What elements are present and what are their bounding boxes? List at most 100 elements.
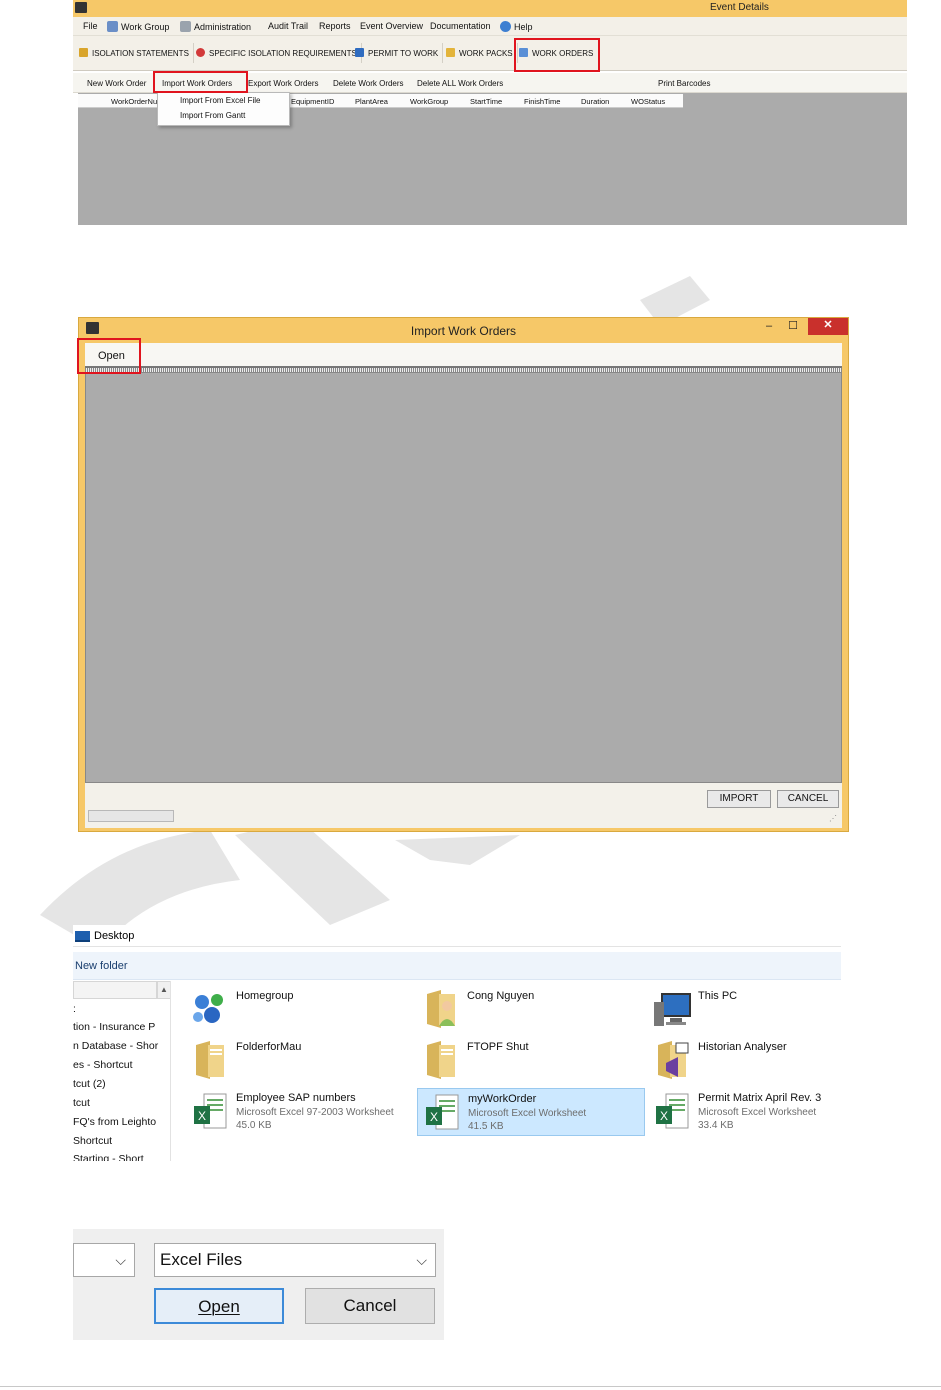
file-item-this-pc[interactable]: This PC (648, 986, 876, 1034)
column-header[interactable]: FinishTime (524, 97, 560, 106)
open-button-label: Open (198, 1297, 240, 1316)
scroll-up-icon[interactable]: ▲ (157, 981, 170, 999)
file-type: Microsoft Excel Worksheet (698, 1107, 817, 1118)
resize-grip-icon[interactable]: ⋰ (829, 814, 837, 823)
highlight-box (514, 38, 600, 72)
nav-item[interactable]: tion - Insurance P (73, 1021, 155, 1033)
file-size: 33.4 KB (698, 1120, 734, 1131)
column-header[interactable]: WOStatus (631, 97, 665, 106)
file-name: Employee SAP numbers (236, 1092, 356, 1104)
file-item-cong-nguyen[interactable]: Cong Nguyen (417, 986, 645, 1034)
tab-specific-isolation-requirements[interactable]: SPECIFIC ISOLATION REQUIREMENTS (192, 43, 362, 63)
tab-label: ISOLATION STATEMENTS (92, 49, 189, 58)
file-name: This PC (698, 990, 738, 1002)
work-group-icon (107, 21, 118, 32)
menu-work-group[interactable]: Work Group (107, 21, 169, 32)
window-title: Event Details (710, 2, 769, 13)
tab-label: WORK PACKS (459, 49, 513, 58)
new-work-order-button[interactable]: New Work Order (87, 79, 146, 88)
column-header[interactable]: WorkGroup (410, 97, 448, 106)
delete-work-orders-button[interactable]: Delete Work Orders (333, 79, 404, 88)
minimize-button[interactable]: – (758, 319, 780, 335)
window-title: Import Work Orders (410, 324, 517, 338)
nav-item[interactable]: : (73, 1003, 76, 1015)
menu-bar: Open (85, 343, 842, 368)
filename-combo[interactable]: ⌵ (73, 1243, 135, 1277)
file-item-employee-sap-numbers[interactable]: X Employee SAP numbers Microsoft Excel 9… (186, 1088, 414, 1136)
file-item-historian-analyser[interactable]: Historian Analyser (648, 1037, 876, 1085)
file-type-filter[interactable]: Excel Files ⌵ (154, 1243, 436, 1277)
menu-reports[interactable]: Reports (319, 21, 351, 31)
tab-label: SPECIFIC ISOLATION REQUIREMENTS (209, 49, 357, 58)
module-tab-bar: ISOLATION STATEMENTS SPECIFIC ISOLATION … (73, 36, 907, 71)
highlight-box (77, 338, 141, 374)
import-work-orders-window: Import Work Orders – ☐ ✕ Open IMPORT CAN… (77, 317, 849, 832)
import-button[interactable]: IMPORT (707, 790, 771, 808)
lock-icon (79, 48, 88, 57)
package-icon (446, 48, 455, 57)
nav-header (73, 981, 157, 999)
maximize-button[interactable]: ☐ (782, 319, 804, 335)
menu-bar: File Work Group Administration Audit Tra… (73, 17, 907, 36)
import-from-excel-item[interactable]: Import From Excel File (180, 96, 260, 105)
delete-all-work-orders-button[interactable]: Delete ALL Work Orders (417, 79, 503, 88)
file-item-homegroup[interactable]: Homegroup (186, 986, 414, 1034)
close-button[interactable]: ✕ (808, 318, 848, 335)
column-header[interactable]: StartTime (470, 97, 502, 106)
menu-documentation[interactable]: Documentation (430, 21, 491, 31)
event-details-window: Event Details File Work Group Administra… (73, 0, 907, 225)
import-preview-area[interactable] (85, 372, 842, 783)
file-item-ftopf-shut[interactable]: FTOPF Shut (417, 1037, 645, 1085)
nav-item[interactable]: n Database - Shor (73, 1040, 158, 1052)
nav-item[interactable]: tcut (2) (73, 1078, 106, 1090)
import-from-gantt-item[interactable]: Import From Gantt (180, 111, 245, 120)
address-bar[interactable]: Desktop (73, 925, 841, 947)
column-header[interactable]: Duration (581, 97, 609, 106)
open-button[interactable]: Open (154, 1288, 284, 1324)
dialog-toolbar: New folder (73, 952, 841, 980)
print-barcodes-button[interactable]: Print Barcodes (658, 79, 710, 88)
cancel-button[interactable]: CANCEL (777, 790, 839, 808)
column-header[interactable]: WorkOrderNu (111, 97, 157, 106)
menu-event-overview[interactable]: Event Overview (360, 21, 423, 31)
folder-icon (427, 1041, 455, 1079)
export-work-orders-button[interactable]: Export Work Orders (248, 79, 319, 88)
excel-icon: X (194, 1093, 227, 1129)
title-bar: Import Work Orders – ☐ ✕ (79, 318, 848, 343)
desktop-icon (75, 931, 90, 942)
menu-administration[interactable]: Administration (180, 21, 251, 32)
file-name: FTOPF Shut (467, 1041, 529, 1053)
book-icon (355, 48, 364, 57)
nav-item[interactable]: tcut (73, 1097, 90, 1109)
tab-work-packs[interactable]: WORK PACKS (442, 43, 518, 63)
file-name: myWorkOrder (468, 1093, 537, 1105)
file-item-myworkorder[interactable]: X myWorkOrder Microsoft Excel Worksheet … (417, 1088, 645, 1136)
navigation-pane: ▲ : tion - Insurance P n Database - Shor… (73, 981, 171, 1161)
file-name: Historian Analyser (698, 1041, 787, 1053)
svg-text:X: X (660, 1109, 668, 1123)
cancel-button[interactable]: Cancel (305, 1288, 435, 1324)
nav-item[interactable]: Shortcut (73, 1135, 112, 1147)
new-folder-button[interactable]: New folder (75, 960, 128, 972)
file-item-permit-matrix[interactable]: X Permit Matrix April Rev. 3 Microsoft E… (648, 1088, 876, 1136)
tab-permit-to-work[interactable]: PERMIT TO WORK (351, 43, 444, 63)
tab-isolation-statements[interactable]: ISOLATION STATEMENTS (75, 43, 194, 63)
nav-item[interactable]: es - Shortcut (73, 1059, 133, 1071)
menu-file[interactable]: File (83, 21, 98, 31)
menu-help[interactable]: Help (500, 21, 533, 32)
chevron-down-icon: ⌵ (115, 1252, 126, 1268)
column-header[interactable]: PlantArea (355, 97, 388, 106)
page-divider (0, 1386, 941, 1387)
nav-item[interactable]: FQ's from Leighto (73, 1116, 156, 1128)
menu-audit-trail[interactable]: Audit Trail (268, 21, 308, 31)
nav-item[interactable]: Starting - Short (73, 1153, 144, 1161)
footer: IMPORT CANCEL ⋰ (85, 783, 842, 828)
address-location: Desktop (94, 930, 135, 942)
column-header[interactable]: EquipmentID (291, 97, 334, 106)
app-icon (75, 2, 87, 13)
file-size: 41.5 KB (468, 1121, 504, 1132)
file-item-folderformau[interactable]: FolderforMau (186, 1037, 414, 1085)
vs-folder-icon (658, 1041, 689, 1079)
user-folder-icon (427, 990, 455, 1028)
file-dialog-footer: ⌵ Excel Files ⌵ Open Cancel (73, 1229, 444, 1340)
